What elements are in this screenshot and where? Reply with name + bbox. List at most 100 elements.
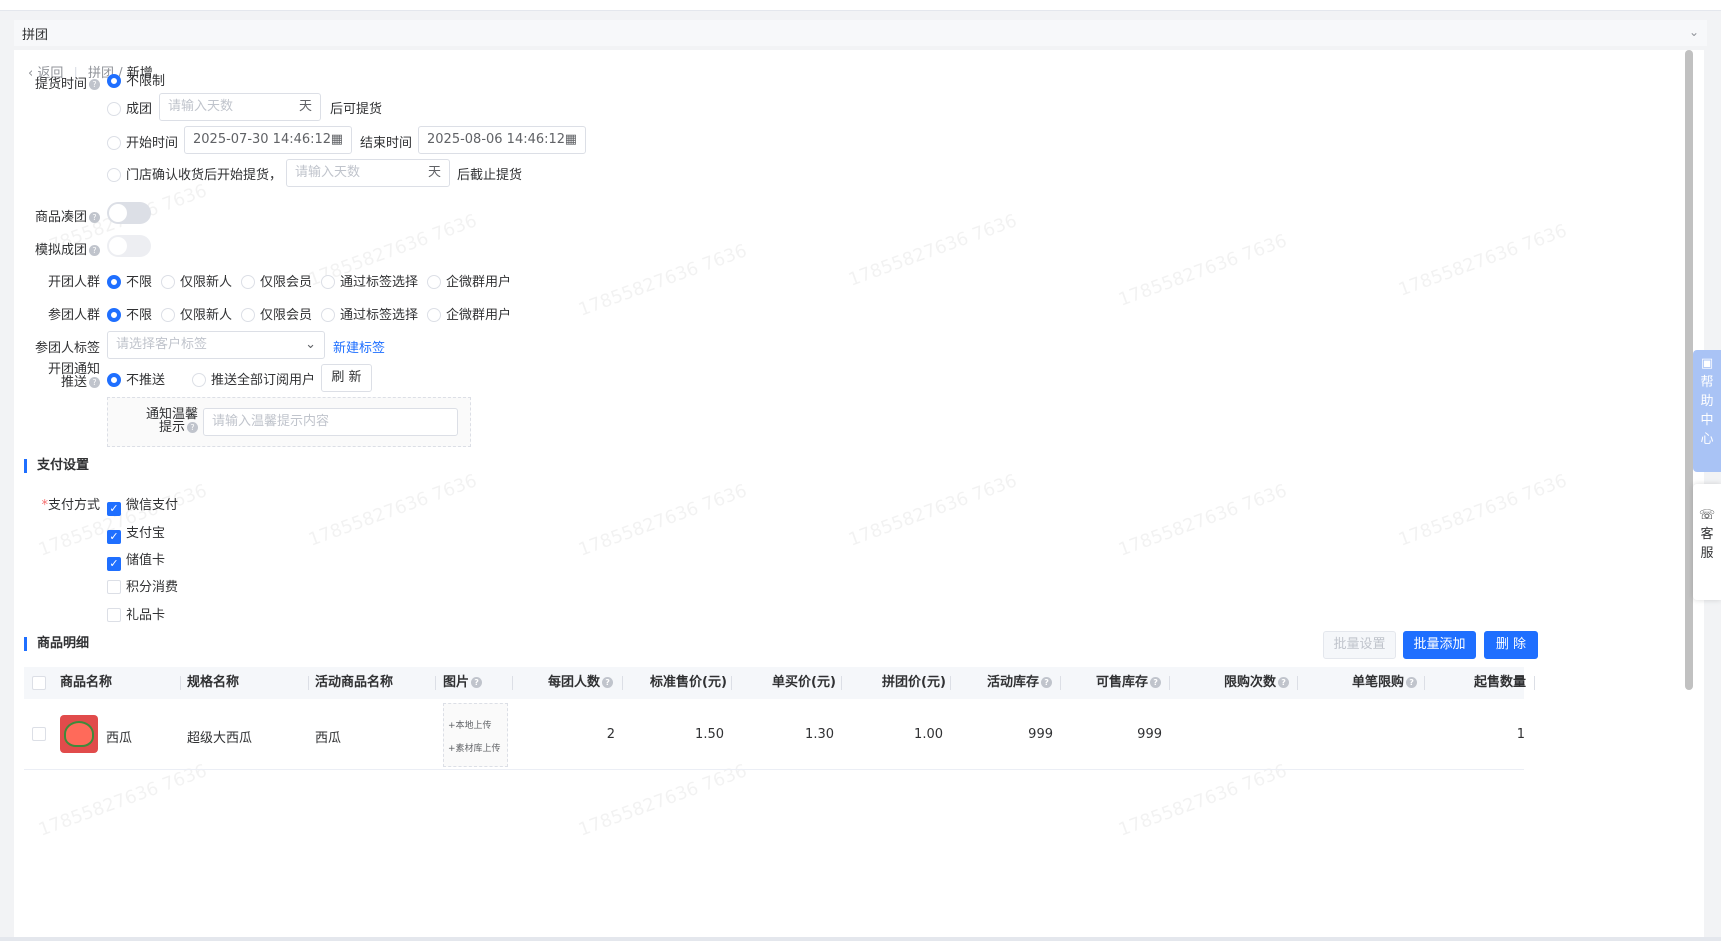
- opener-option-wecom[interactable]: 企微群用户: [427, 271, 511, 290]
- store-days-input[interactable]: 请输入天数 天: [286, 159, 450, 187]
- goods-table-header: 商品名称 规格名称 活动商品名称 图片? 每团人数? 标准售价(元) 单买价(元…: [24, 667, 1535, 699]
- col-single-price: 单买价(元): [772, 675, 836, 690]
- end-time-input[interactable]: 2025-08-06 14:46:12 ▦: [418, 126, 586, 154]
- tab-group-buy[interactable]: 拼团: [22, 24, 48, 43]
- col-group-price: 拼团价(元): [882, 675, 946, 690]
- help-icon[interactable]: ?: [89, 245, 100, 256]
- col-name: 商品名称: [60, 675, 113, 690]
- joiner-option-member[interactable]: 仅限会员: [241, 304, 312, 323]
- radio-icon: [107, 373, 121, 387]
- refresh-button[interactable]: 刷 新: [321, 364, 372, 392]
- check-icon: ✓: [107, 530, 121, 544]
- opener-option-member[interactable]: 仅限会员: [241, 271, 312, 290]
- pickup-option-start[interactable]: 开始时间: [107, 132, 178, 151]
- upload-library-link[interactable]: +素材库上传: [448, 741, 501, 754]
- joiner-option-wecom[interactable]: 企微群用户: [427, 304, 511, 323]
- notify-option-all[interactable]: 推送全部订阅用户: [192, 369, 315, 388]
- help-icon: ?: [1041, 677, 1053, 688]
- gather-toggle[interactable]: [107, 202, 151, 224]
- radio-icon: [321, 275, 335, 289]
- after-pickup-text: 后可提货: [330, 102, 383, 117]
- customer-service-tab[interactable]: ☏ 客 服: [1693, 484, 1721, 600]
- radio-icon: [192, 373, 206, 387]
- pickup-option-store[interactable]: 门店确认收货后开始提货，: [107, 164, 282, 183]
- pickup-days-input[interactable]: 请输入天数 天: [159, 93, 321, 121]
- radio-icon: [107, 168, 121, 182]
- vertical-scrollbar[interactable]: [1685, 50, 1693, 690]
- col-activity-name: 活动商品名称: [315, 675, 394, 690]
- check-icon: ✓: [107, 502, 121, 516]
- tab-bar: 拼团 ⌄: [14, 20, 1707, 46]
- payment-gift-checkbox[interactable]: 礼品卡: [107, 604, 165, 623]
- watermark: 17855827636 7636: [1115, 760, 1290, 841]
- radio-icon: [107, 136, 121, 150]
- joiner-option-new[interactable]: 仅限新人: [161, 304, 232, 323]
- notify-option-none[interactable]: 不推送: [107, 369, 165, 388]
- watermark: 17855827636 7636: [305, 470, 480, 551]
- cell-single-price: 1.30: [805, 727, 834, 742]
- chevron-down-icon[interactable]: ⌄: [1685, 23, 1703, 41]
- payment-label: *支付方式: [41, 498, 100, 513]
- cell-activity-stock: 999: [1028, 727, 1053, 742]
- help-icon[interactable]: ?: [89, 377, 100, 388]
- tags-select[interactable]: 请选择客户标签 ⌄: [107, 331, 325, 359]
- help-icon[interactable]: ?: [89, 212, 100, 223]
- watermark: 17855827636 7636: [1395, 470, 1570, 551]
- radio-icon: [241, 308, 255, 322]
- help-center-tab[interactable]: ▣ 帮 助 中 心: [1693, 350, 1721, 472]
- radio-icon: [427, 275, 441, 289]
- col-per-group: 每团人数?: [548, 667, 614, 699]
- simulate-toggle[interactable]: [107, 235, 151, 257]
- simulate-label: 模拟成团?: [34, 239, 100, 258]
- chevron-left-icon[interactable]: ‹: [28, 66, 33, 81]
- after-stop-text: 后截止提货: [457, 168, 523, 183]
- joiner-option-tag[interactable]: 通过标签选择: [321, 304, 418, 323]
- batch-set-button[interactable]: 批量设置: [1323, 631, 1396, 659]
- start-time-input[interactable]: 2025-07-30 14:46:12 ▦: [184, 126, 352, 154]
- main-content: 17855827636 7636 17855827636 7636 178558…: [14, 50, 1704, 937]
- row-divider: [24, 769, 1524, 770]
- watermark: 17855827636 7636: [575, 240, 750, 321]
- tags-label: 参团人标签: [34, 341, 100, 356]
- col-limit-times: 限购次数?: [1224, 667, 1290, 699]
- payment-section-title: 支付设置: [24, 459, 89, 473]
- bottom-border: [0, 937, 1721, 941]
- payment-card-checkbox[interactable]: ✓ 储值卡: [107, 549, 165, 571]
- cell-sale-stock: 999: [1137, 727, 1162, 742]
- cell-std-price: 1.50: [695, 727, 724, 742]
- watermark: 17855827636 7636: [1395, 220, 1570, 301]
- radio-icon: [107, 308, 121, 322]
- watermark: 17855827636 7636: [575, 480, 750, 561]
- watermark: 17855827636 7636: [845, 210, 1020, 291]
- joiner-label: 参团人群: [47, 308, 100, 323]
- col-std-price: 标准售价(元): [650, 675, 727, 690]
- payment-wechat-checkbox[interactable]: ✓ 微信支付: [107, 494, 178, 516]
- batch-add-button[interactable]: 批量添加: [1403, 631, 1476, 659]
- notify-label: 开团通知 推送?: [47, 362, 100, 390]
- image-upload-box: [443, 703, 508, 767]
- cell-group-price: 1.00: [914, 727, 943, 742]
- payment-alipay-checkbox[interactable]: ✓ 支付宝: [107, 522, 165, 544]
- delete-button[interactable]: 删 除: [1484, 631, 1538, 659]
- chevron-down-icon: ⌄: [305, 337, 316, 352]
- payment-points-checkbox[interactable]: 积分消费: [107, 576, 178, 595]
- joiner-option-any[interactable]: 不限: [107, 304, 152, 323]
- calendar-icon: ▦: [330, 132, 343, 147]
- new-tag-link[interactable]: 新建标签: [333, 337, 385, 356]
- row-checkbox[interactable]: [32, 727, 51, 742]
- help-icon[interactable]: ?: [89, 79, 100, 90]
- upload-local-link[interactable]: +本地上传: [448, 718, 492, 731]
- pickup-option-group[interactable]: 成团: [107, 98, 152, 117]
- radio-icon: [161, 275, 175, 289]
- pickup-option-unlimited[interactable]: 不限制: [107, 70, 165, 89]
- notify-tip-input[interactable]: 请输入温馨提示内容: [203, 408, 458, 436]
- opener-label: 开团人群: [47, 275, 100, 290]
- opener-option-any[interactable]: 不限: [107, 271, 152, 290]
- select-all-checkbox[interactable]: [32, 676, 51, 691]
- opener-option-new[interactable]: 仅限新人: [161, 271, 232, 290]
- help-icon[interactable]: ?: [187, 422, 198, 433]
- cell-spec: 超级大西瓜: [187, 731, 253, 746]
- gather-label: 商品凑团?: [34, 206, 100, 225]
- product-thumbnail: [60, 715, 98, 753]
- opener-option-tag[interactable]: 通过标签选择: [321, 271, 418, 290]
